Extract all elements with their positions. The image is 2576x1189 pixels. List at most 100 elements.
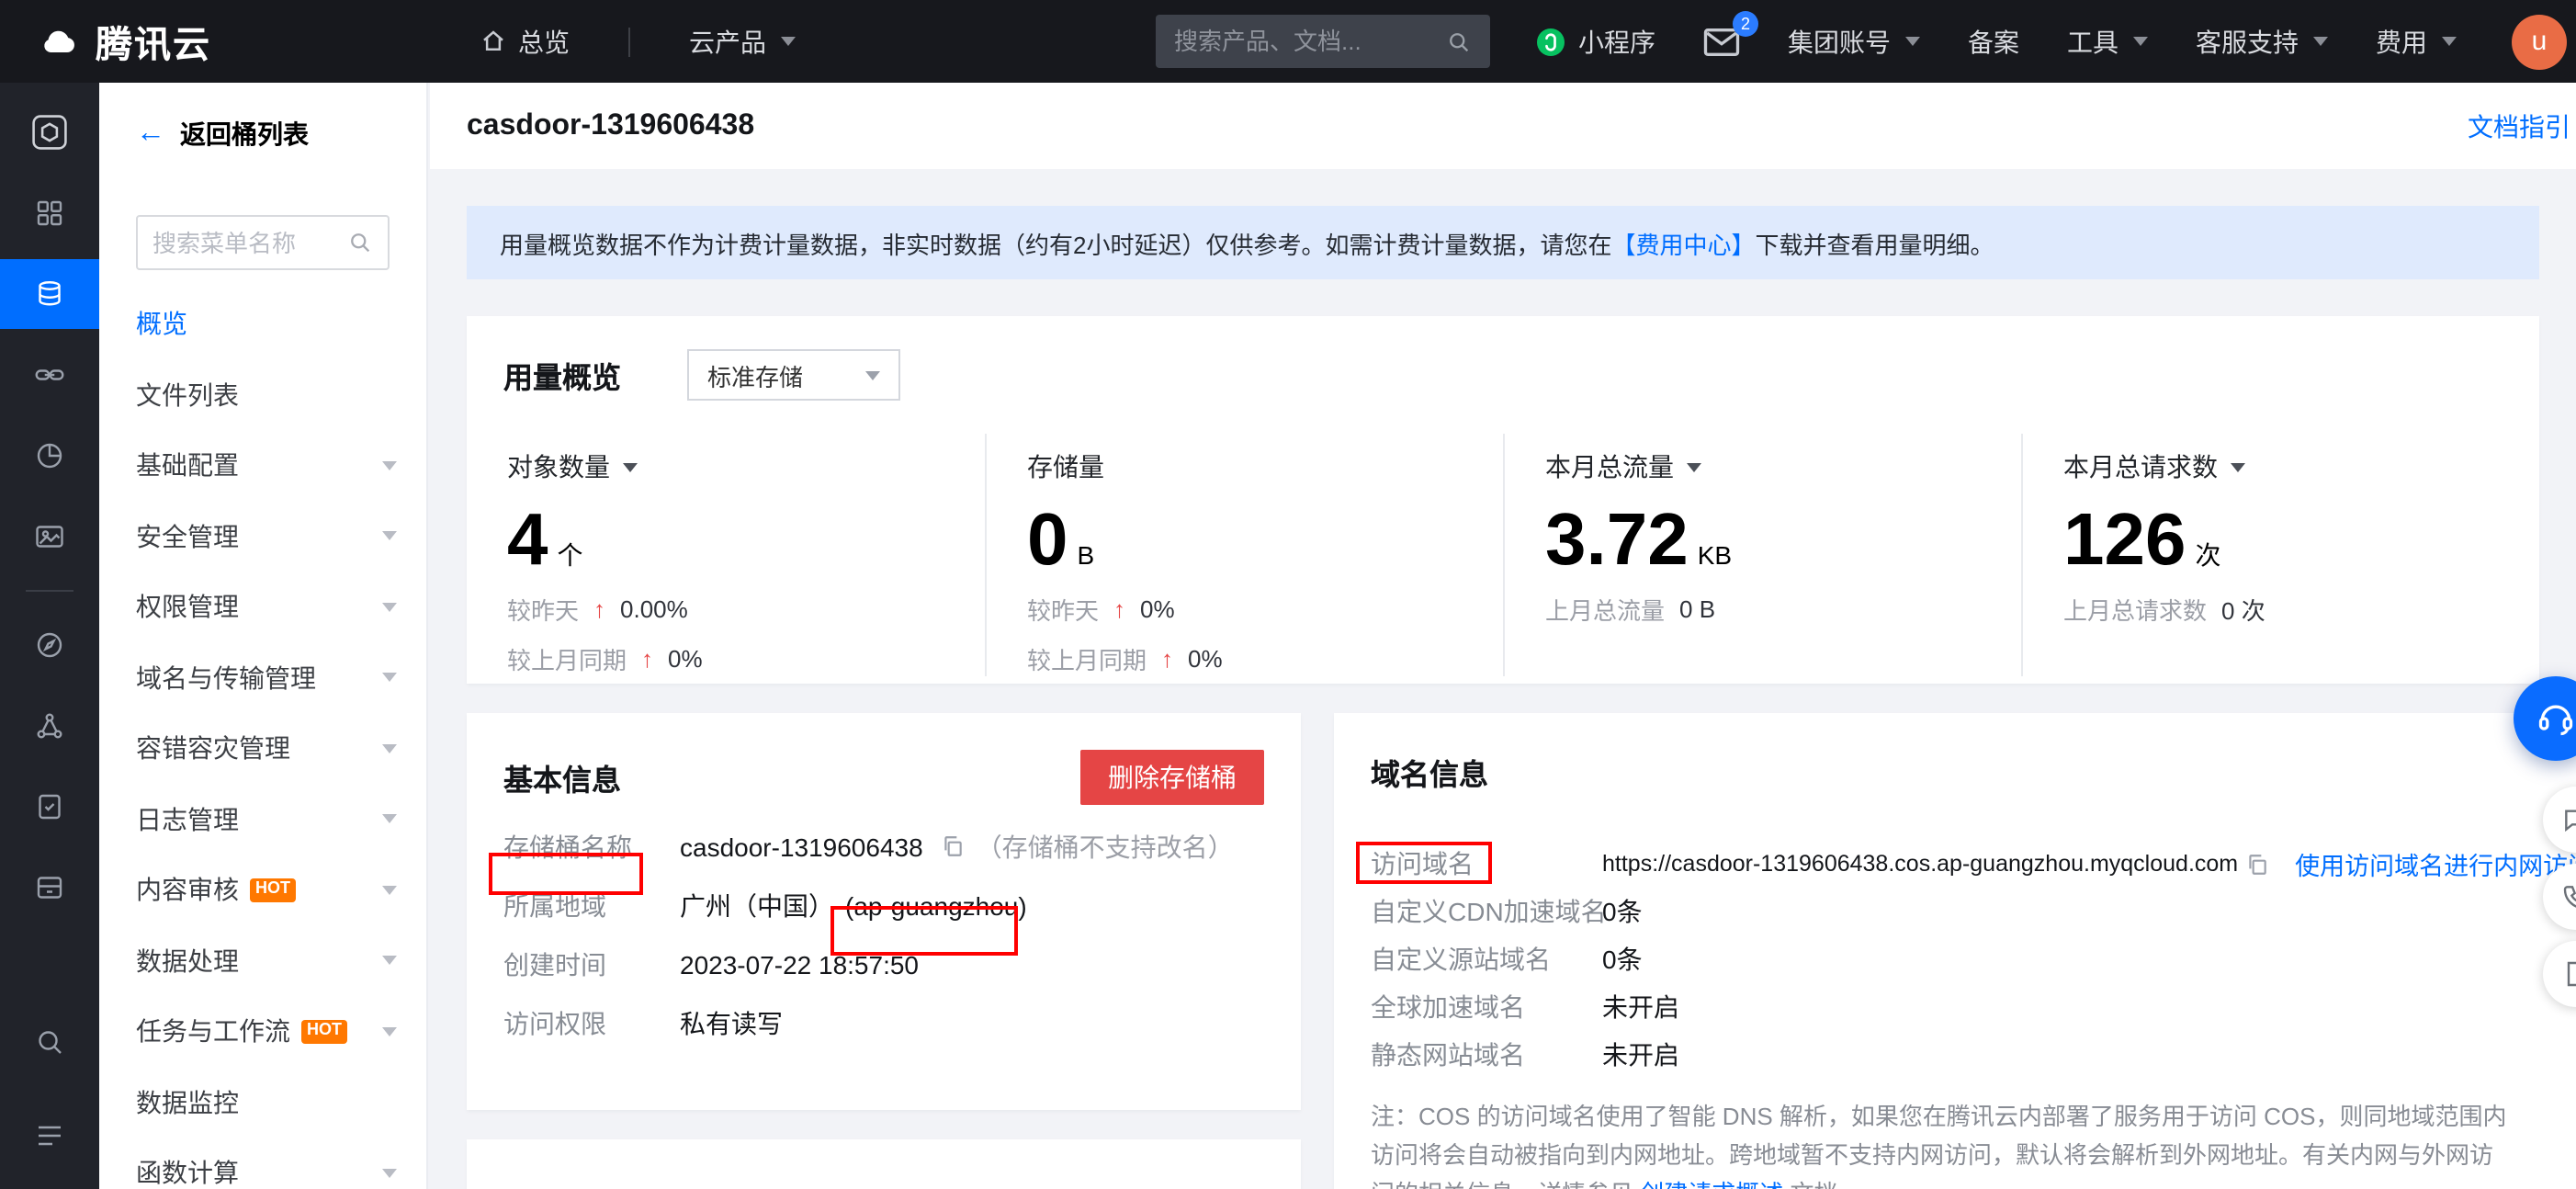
rail-item-product-logo[interactable]	[0, 97, 99, 167]
tencent-cloud-logo[interactable]: 腾讯云	[37, 15, 211, 68]
stat-monthly-requests: 本月总请求数 126次 上月总请求数0 次	[2021, 434, 2539, 676]
back-label: 返回桶列表	[180, 116, 309, 153]
sidebar-item-file-list[interactable]: 文件列表	[99, 359, 426, 430]
chevron-down-icon	[382, 603, 397, 612]
back-arrow-icon: ←	[136, 119, 165, 149]
rail-item-collapse[interactable]	[0, 1101, 99, 1171]
nav-search-box[interactable]	[1156, 15, 1490, 68]
origin-domain-row: 自定义源站域名 0条	[1371, 945, 2576, 974]
stat-monthly-requests-dropdown[interactable]: 本月总请求数	[2063, 448, 2539, 485]
sidebar-item-scf[interactable]: 函数计算	[99, 1138, 426, 1189]
storage-class-select[interactable]: 标准存储	[687, 349, 900, 401]
access-permission-row: 访问权限 私有读写	[503, 1005, 1264, 1040]
sidebar-item-data-processing[interactable]: 数据处理	[99, 925, 426, 996]
sidebar-search-box[interactable]	[136, 215, 390, 270]
sidebar-item-label: 内容审核	[136, 872, 239, 909]
bucket-name-row: 存储桶名称 casdoor-1319606438 （存储桶不支持改名）	[503, 829, 1264, 864]
bucket-sidebar: ← 返回桶列表 概览 文件列表 基础配置 安全管理 权限管理 域名与传输管理 容…	[99, 83, 428, 1189]
nav-group-account-label: 集团账号	[1788, 23, 1891, 60]
stat-sub-row: 较上月同期0%	[1027, 641, 1503, 676]
sidebar-item-security[interactable]: 安全管理	[99, 501, 426, 572]
nav-tools[interactable]: 工具	[2067, 23, 2148, 60]
avatar-initial: u	[2532, 26, 2548, 57]
nav-messages[interactable]: 2	[1703, 27, 1740, 56]
rail-item-archive[interactable]	[0, 853, 99, 923]
sidebar-item-overview[interactable]: 概览	[99, 289, 426, 359]
miniprogram-icon	[1534, 25, 1567, 58]
triangle-down-icon	[623, 462, 638, 471]
avatar[interactable]: u	[2512, 14, 2567, 69]
triangle-down-icon	[2231, 462, 2245, 471]
row-label: 静态网站域名	[1371, 1036, 1602, 1073]
image-icon	[33, 520, 66, 553]
logo-text: 腾讯云	[96, 15, 211, 68]
sidebar-item-logging[interactable]: 日志管理	[99, 784, 426, 855]
nav-search-input[interactable]	[1174, 28, 1446, 55]
archive-icon	[33, 871, 66, 904]
arrow-up-icon	[1161, 645, 1173, 673]
stat-sub-row: 较昨天0.00%	[507, 592, 985, 627]
intranet-access-link[interactable]: 使用访问域名进行内网访问	[2295, 845, 2576, 882]
rail-divider	[26, 590, 73, 592]
search-icon[interactable]	[1446, 28, 1472, 54]
nav-products[interactable]: 云产品	[689, 23, 796, 60]
sidebar-item-tasks-workflow[interactable]: 任务与工作流HOT	[99, 996, 426, 1067]
nav-support[interactable]: 客服支持	[2196, 23, 2328, 60]
sidebar-item-data-monitor[interactable]: 数据监控	[99, 1067, 426, 1138]
row-label: 创建时间	[503, 946, 680, 982]
sidebar-item-domain-transfer[interactable]: 域名与传输管理	[99, 642, 426, 713]
stat-object-count-dropdown[interactable]: 对象数量	[507, 448, 985, 485]
stat-monthly-traffic-dropdown[interactable]: 本月总流量	[1545, 448, 2021, 485]
sidebar-item-content-audit[interactable]: 内容审核HOT	[99, 855, 426, 925]
access-permission-value: 私有读写	[680, 1004, 783, 1041]
stat-label: 本月总请求数	[2063, 448, 2218, 485]
page-header: casdoor-1319606438 文档指引	[430, 83, 2576, 169]
copy-icon[interactable]	[942, 834, 966, 858]
search-icon[interactable]	[347, 230, 373, 255]
delete-bucket-button[interactable]: 删除存储桶	[1080, 750, 1264, 805]
region-row: 所属地域 广州（中国） (ap-guangzhou)	[503, 888, 1264, 923]
magnifier-icon	[33, 1025, 66, 1059]
nav-miniprogram[interactable]: 小程序	[1534, 23, 1655, 60]
usage-notice-banner: 用量概览数据不作为计费计量数据，非实时数据（约有2小时延迟）仅供参考。如需计费计…	[467, 206, 2539, 279]
copy-icon[interactable]	[2245, 852, 2269, 876]
rail-item-audit[interactable]	[0, 772, 99, 842]
usage-overview-card: 用量概览 标准存储 对象数量 4个	[467, 316, 2539, 684]
sidebar-item-basic-config[interactable]: 基础配置	[99, 430, 426, 501]
sidebar-item-fault-tolerance[interactable]: 容错容灾管理	[99, 713, 426, 784]
rail-item-statistics[interactable]	[0, 421, 99, 491]
rail-item-dashboard[interactable]	[0, 178, 99, 248]
stat-monthly-traffic: 本月总流量 3.72KB 上月总流量0 B	[1503, 434, 2021, 676]
stat-value: 126次	[2063, 504, 2539, 577]
nav-billing[interactable]: 费用	[2376, 23, 2457, 60]
chevron-down-icon	[382, 886, 397, 895]
product-icon-rail	[0, 83, 99, 1189]
rail-item-explore[interactable]	[0, 610, 99, 680]
billing-center-link[interactable]: 【费用中心】	[1611, 225, 1755, 260]
doc-guide-link[interactable]: 文档指引	[2468, 108, 2570, 144]
home-icon	[480, 28, 507, 55]
compass-icon	[33, 628, 66, 662]
row-label: 自定义CDN加速域名	[1371, 893, 1602, 930]
nav-divider	[628, 27, 630, 56]
product-logo-icon	[29, 112, 70, 153]
rail-item-network[interactable]	[0, 691, 99, 761]
sidebar-search-input[interactable]	[153, 229, 347, 256]
stat-sub-row: 较昨天0%	[1027, 592, 1503, 627]
sidebar-item-permissions[interactable]: 权限管理	[99, 572, 426, 642]
rail-item-link[interactable]	[0, 340, 99, 410]
rail-item-media[interactable]	[0, 502, 99, 572]
nav-beian[interactable]: 备案	[1968, 23, 2019, 60]
chevron-down-icon	[382, 957, 397, 966]
sidebar-item-label: 日志管理	[136, 801, 239, 838]
row-label: 存储桶名称	[503, 828, 680, 865]
rail-item-cos-storage[interactable]	[0, 259, 99, 329]
nav-overview[interactable]: 总览	[480, 23, 570, 60]
back-to-bucket-list[interactable]: ← 返回桶列表	[99, 83, 426, 153]
rail-item-zoom[interactable]	[0, 1007, 99, 1077]
chevron-down-icon	[382, 815, 397, 824]
chevron-down-icon	[865, 370, 880, 379]
nav-group-account[interactable]: 集团账号	[1788, 23, 1920, 60]
chevron-down-icon	[382, 674, 397, 683]
create-request-doc-link[interactable]: 创建请求概述	[1640, 1179, 1783, 1189]
